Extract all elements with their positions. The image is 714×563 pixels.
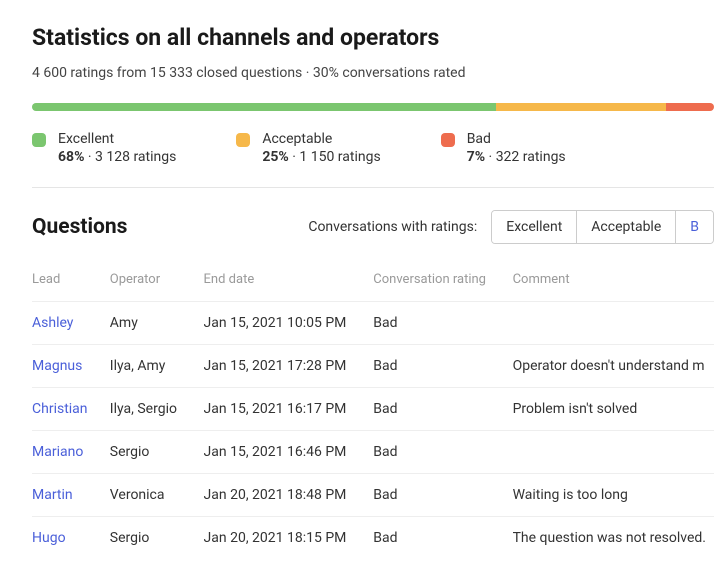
progress-acceptable xyxy=(496,103,667,111)
cell-comment: Operator doesn't understand m xyxy=(513,345,714,388)
lead-link[interactable]: Christian xyxy=(32,401,88,417)
progress-excellent xyxy=(32,103,496,111)
summary-line: 4 600 ratings from 15 333 closed questio… xyxy=(32,65,714,81)
th-rating: Conversation rating xyxy=(373,272,512,302)
lead-link[interactable]: Hugo xyxy=(32,530,66,546)
questions-table: Lead Operator End date Conversation rati… xyxy=(32,272,714,559)
legend-row: Excellent 68% · 3 128 ratings Acceptable… xyxy=(32,131,714,165)
cell-lead: Hugo xyxy=(32,517,110,560)
table-row: Ashley AmyJan 15, 2021 10:05 PMBad xyxy=(32,302,714,345)
cell-operator: Ilya, Sergio xyxy=(110,388,204,431)
cell-comment: Waiting is too long xyxy=(513,474,714,517)
swatch-excellent-icon xyxy=(32,133,46,147)
swatch-bad-icon xyxy=(441,133,455,147)
cell-end-date: Jan 20, 2021 18:15 PM xyxy=(204,517,374,560)
swatch-acceptable-icon xyxy=(236,133,250,147)
questions-title: Questions xyxy=(32,215,127,239)
cell-lead: Mariano xyxy=(32,431,110,474)
page-title: Statistics on all channels and operators xyxy=(32,24,714,51)
cell-operator: Amy xyxy=(110,302,204,345)
legend-excellent: Excellent 68% · 3 128 ratings xyxy=(32,131,176,165)
ratings-count: 4 600 xyxy=(32,65,67,81)
cell-operator: Sergio xyxy=(110,431,204,474)
cell-comment xyxy=(513,302,714,345)
cell-lead: Martin xyxy=(32,474,110,517)
cell-operator: Veronica xyxy=(110,474,204,517)
table-row: Christian Ilya, SergioJan 15, 2021 16:17 … xyxy=(32,388,714,431)
cell-end-date: Jan 15, 2021 10:05 PM xyxy=(204,302,374,345)
legend-acceptable-stat: 25% · 1 150 ratings xyxy=(262,149,380,165)
cell-rating: Bad xyxy=(373,474,512,517)
lead-link[interactable]: Martin xyxy=(32,487,73,503)
percent-rated: 30% xyxy=(313,65,339,81)
summary-sep-1: ratings from xyxy=(67,65,150,81)
table-row: Martin VeronicaJan 20, 2021 18:48 PMBadWa… xyxy=(32,474,714,517)
cell-end-date: Jan 20, 2021 18:48 PM xyxy=(204,474,374,517)
table-row: Mariano SergioJan 15, 2021 16:46 PMBad xyxy=(32,431,714,474)
cell-comment: The question was not resolved. xyxy=(513,517,714,560)
legend-bad: Bad 7% · 322 ratings xyxy=(441,131,566,165)
cell-lead: Christian xyxy=(32,388,110,431)
cell-end-date: Jan 15, 2021 17:28 PM xyxy=(204,345,374,388)
cell-rating: Bad xyxy=(373,431,512,474)
th-comment: Comment xyxy=(513,272,714,302)
filter-group: Conversations with ratings: Excellent Ac… xyxy=(308,210,714,244)
section-divider xyxy=(32,187,714,188)
cell-lead: Magnus xyxy=(32,345,110,388)
legend-bad-stat: 7% · 322 ratings xyxy=(467,149,566,165)
th-end-date: End date xyxy=(204,272,374,302)
table-row: Magnus Ilya, AmyJan 15, 2021 17:28 PMBadO… xyxy=(32,345,714,388)
filter-label: Conversations with ratings: xyxy=(308,219,477,235)
cell-operator: Ilya, Amy xyxy=(110,345,204,388)
closed-questions-count: 15 333 xyxy=(150,65,193,81)
cell-rating: Bad xyxy=(373,388,512,431)
cell-rating: Bad xyxy=(373,517,512,560)
table-header-row: Lead Operator End date Conversation rati… xyxy=(32,272,714,302)
table-body: AshleyAmyJan 15, 2021 10:05 PMBadMagnusI… xyxy=(32,302,714,560)
cell-end-date: Jan 15, 2021 16:17 PM xyxy=(204,388,374,431)
cell-comment: Problem isn't solved xyxy=(513,388,714,431)
table-row: Hugo SergioJan 20, 2021 18:15 PMBadThe qu… xyxy=(32,517,714,560)
cell-end-date: Jan 15, 2021 16:46 PM xyxy=(204,431,374,474)
cell-rating: Bad xyxy=(373,345,512,388)
legend-excellent-label: Excellent xyxy=(58,131,176,147)
rating-filter-segmented: Excellent Acceptable B xyxy=(491,210,714,244)
cell-rating: Bad xyxy=(373,302,512,345)
progress-bad xyxy=(666,103,714,111)
filter-excellent-button[interactable]: Excellent xyxy=(492,211,577,243)
th-operator: Operator xyxy=(110,272,204,302)
summary-sep-2: closed questions · xyxy=(193,65,313,81)
lead-link[interactable]: Magnus xyxy=(32,358,82,374)
lead-link[interactable]: Mariano xyxy=(32,444,83,460)
questions-header: Questions Conversations with ratings: Ex… xyxy=(32,210,714,244)
lead-link[interactable]: Ashley xyxy=(32,315,73,331)
legend-excellent-stat: 68% · 3 128 ratings xyxy=(58,149,176,165)
ratings-progress-bar xyxy=(32,103,714,111)
filter-bad-button[interactable]: B xyxy=(676,211,713,243)
summary-sep-3: conversations rated xyxy=(339,65,466,81)
legend-acceptable: Acceptable 25% · 1 150 ratings xyxy=(236,131,380,165)
legend-bad-label: Bad xyxy=(467,131,566,147)
th-lead: Lead xyxy=(32,272,110,302)
cell-lead: Ashley xyxy=(32,302,110,345)
cell-comment xyxy=(513,431,714,474)
filter-acceptable-button[interactable]: Acceptable xyxy=(577,211,676,243)
cell-operator: Sergio xyxy=(110,517,204,560)
legend-acceptable-label: Acceptable xyxy=(262,131,380,147)
